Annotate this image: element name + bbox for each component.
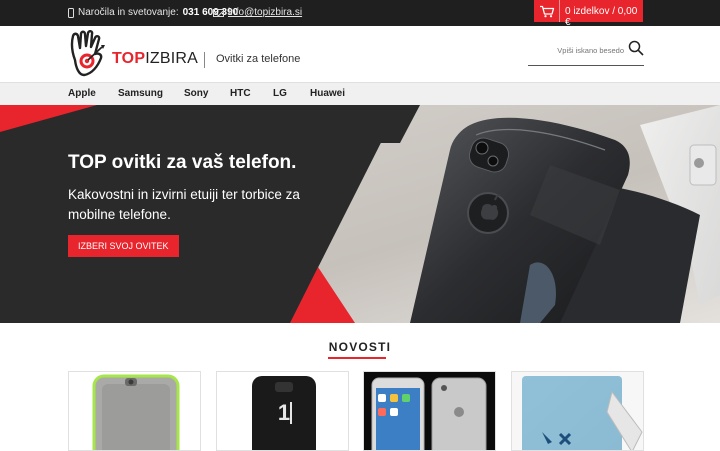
section-title-underline: [328, 357, 386, 359]
logo[interactable]: TOPIZBIRA: [68, 30, 198, 78]
product-card-4[interactable]: [511, 371, 644, 451]
hero-banner: TOP ovitki za vaš telefon. Kakovostni in…: [0, 105, 720, 323]
hand-target-icon: [70, 30, 105, 77]
product-card-1[interactable]: [68, 371, 201, 451]
product-image-flip-case: [512, 372, 643, 450]
product-card-3[interactable]: [363, 371, 496, 451]
nav-item-lg[interactable]: LG: [273, 88, 287, 99]
tagline: Ovitki za telefone: [216, 53, 301, 65]
svg-text:1: 1: [278, 400, 290, 425]
product-card-2[interactable]: 1: [216, 371, 349, 451]
search-input[interactable]: [528, 46, 624, 55]
top-bar: Naročila in svetovanje: 031 609 390 info…: [0, 0, 720, 28]
product-image-black-case: 1: [252, 376, 316, 450]
tagline-divider: [204, 52, 205, 68]
phone-icon: [68, 7, 74, 18]
product-image-green-bumper: [92, 374, 180, 450]
hero-title: TOP ovitki za vaš telefon.: [68, 152, 297, 173]
section-title: NOVOSTI: [328, 340, 392, 354]
cart-button[interactable]: 0 izdelkov / 0,00 €: [534, 0, 643, 28]
search-box[interactable]: [528, 40, 644, 66]
cart-summary[interactable]: 0 izdelkov / 0,00 €: [565, 6, 643, 28]
main-nav: Apple Samsung Sony HTC LG Huawei: [0, 82, 720, 105]
logo-rest: IZBIRA: [145, 50, 198, 67]
nav-item-samsung[interactable]: Samsung: [118, 88, 163, 99]
news-section: NOVOSTI 1: [0, 323, 720, 451]
choose-case-button[interactable]: IZBERI SVOJ OVITEK: [68, 235, 179, 257]
hero-subtitle: Kakovostni in izvirni etuiji ter torbice…: [68, 187, 300, 222]
email-link[interactable]: info@topizbira.si: [228, 7, 302, 18]
nav-item-htc[interactable]: HTC: [230, 88, 251, 99]
nav-item-sony[interactable]: Sony: [184, 88, 208, 99]
site-header: TOPIZBIRA Ovitki za telefone: [0, 26, 720, 82]
cart-icon[interactable]: [534, 0, 560, 22]
logo-text: TOPIZBIRA: [112, 50, 198, 68]
nav-item-huawei[interactable]: Huawei: [310, 88, 345, 99]
mail-icon: [213, 8, 224, 17]
search-icon[interactable]: [628, 40, 644, 61]
logo-top: TOP: [112, 50, 146, 67]
product-image-clear-iphone: [364, 372, 495, 450]
email-info: info@topizbira.si: [213, 7, 302, 18]
contact-label: Naročila in svetovanje:: [78, 7, 179, 18]
nav-item-apple[interactable]: Apple: [68, 88, 96, 99]
